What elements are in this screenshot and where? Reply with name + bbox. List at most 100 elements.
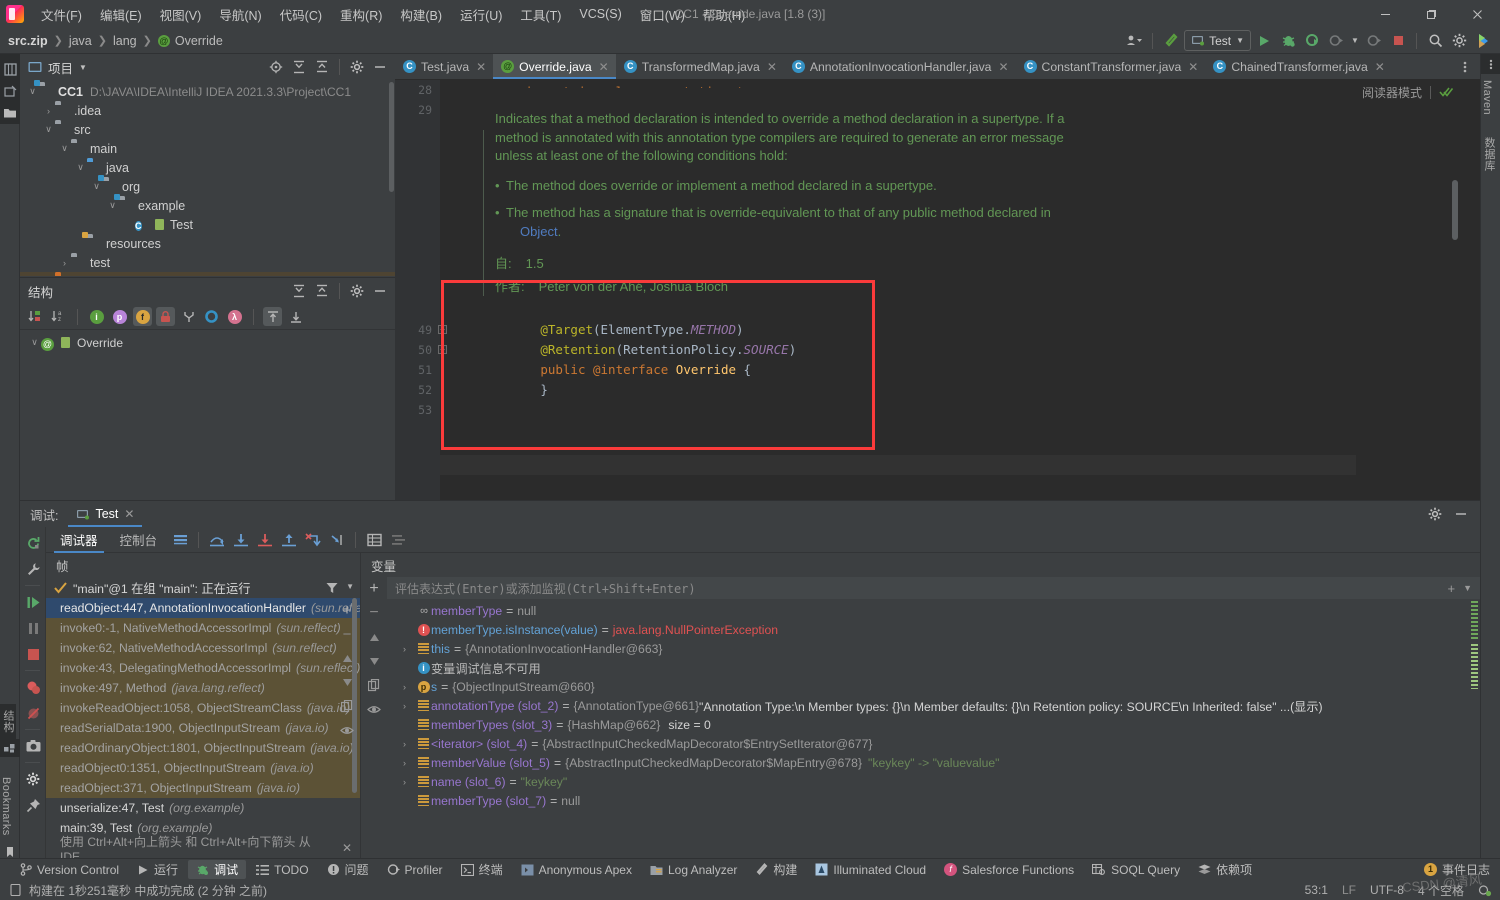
collapse-all-icon[interactable] [311,56,333,78]
expand-all-icon[interactable] [288,280,310,302]
tree-twisty[interactable]: › [42,106,55,116]
sidebar-item-structure[interactable]: 结构 [0,704,16,739]
toolwindow-salesforce-functions[interactable]: f Salesforce Functions [936,862,1082,878]
step-into-icon[interactable] [230,529,252,551]
add-watch-icon[interactable]: + [361,577,387,601]
close-icon[interactable]: ✕ [124,507,134,521]
tree-node-idea[interactable]: › .idea [20,101,395,120]
close-icon[interactable]: ✕ [476,60,486,74]
gear-icon[interactable] [346,280,368,302]
show-inherited-icon[interactable]: i [87,307,106,326]
scroll-to-source-icon[interactable] [263,307,282,326]
layout-settings-icon[interactable] [169,529,191,551]
commit-tool-icon[interactable] [0,80,20,102]
debug-button[interactable] [1277,30,1299,52]
toolwindow-run[interactable]: 运行 [129,860,186,879]
stop-program-icon[interactable] [20,641,46,667]
mute-breakpoints-icon[interactable] [20,700,46,726]
tree-twisty[interactable]: ∨ [58,143,71,154]
run-attach-icon[interactable] [1363,30,1385,52]
reader-mode-label[interactable]: 阅读器模式 [1362,84,1422,101]
gear-icon[interactable] [346,56,368,78]
editor-tab-options-icon[interactable] [1454,56,1476,78]
menu-help[interactable]: 帮助(H) [694,2,754,27]
frame-row[interactable]: readObject0:1351, ObjectInputStream (java… [46,758,360,778]
expand-twisty[interactable]: › [403,777,416,787]
copy-icon[interactable] [334,694,360,718]
sidebar-item-database[interactable]: 数据库 [1481,131,1497,177]
chevron-down-icon[interactable]: ▼ [79,63,87,72]
tree-twisty[interactable]: ∨ [42,124,55,135]
variable-row[interactable]: ∞ memberType = null [387,601,1480,620]
editor-tab-transformedmap[interactable]: C TransformedMap.java ✕ [616,54,784,79]
structure-node-override[interactable]: ∨ @ Override [20,333,395,352]
editor-gutter[interactable]: 28 29 49 50 51 52 53 [395,80,440,500]
step-over-icon[interactable] [206,529,228,551]
evaluate-expression-icon[interactable] [363,529,385,551]
frame-row[interactable]: readObject:371, ObjectInputStream (java.i… [46,778,360,798]
chevron-down-icon[interactable]: ▼ [346,582,354,594]
profile-icon[interactable] [1325,30,1347,52]
eye-watch-icon[interactable] [361,697,387,721]
code-line[interactable]: − @Target(ElementType.METHOD) [438,300,1450,337]
frame-row[interactable]: invoke:62, NativeMethodAccessorImpl (sun.… [46,638,360,658]
show-non-public-icon[interactable] [156,307,175,326]
tree-twisty[interactable]: ∨ [28,337,41,348]
variable-row[interactable]: memberTypes (slot_3) = {HashMap@662} siz… [387,715,1480,734]
settings-icon[interactable] [20,766,46,792]
tree-node-example[interactable]: ∨ example [20,193,395,215]
frame-row[interactable]: invoke:43, DelegatingMethodAccessorImpl(… [46,658,360,678]
sidebar-item-bookmarks[interactable]: Bookmarks [0,771,12,842]
fold-marker-icon[interactable]: − [438,325,447,334]
sidebar-item-maven[interactable]: Maven [1481,74,1493,121]
copy-icon[interactable] [361,673,387,697]
menu-vcs[interactable]: VCS(S) [570,4,630,24]
remove-watch-icon[interactable]: − [361,601,387,625]
close-icon[interactable]: ✕ [1375,60,1385,74]
variables-list[interactable]: ∞ memberType = null ! memberType.isInsta… [387,601,1480,859]
tree-node-cc1[interactable]: ∨ CC1 D:\JAVA\IDEA\IntelliJ IDEA 2021.3.… [20,80,395,101]
interface-icon[interactable] [202,307,221,326]
run-button[interactable] [1253,30,1275,52]
tree-node-test-class[interactable]: C Test [20,215,395,234]
editor-tab-annotationinvocationhandler[interactable]: C AnnotationInvocationHandler.java ✕ [784,54,1016,79]
toolwindow-version-control[interactable]: Version Control [12,862,127,878]
toolwindow-build[interactable]: 构建 [747,860,805,879]
run-to-cursor-icon[interactable] [326,529,348,551]
chevron-down-icon[interactable]: ▼ [1463,583,1480,593]
move-down-icon[interactable] [334,670,360,694]
expand-twisty[interactable]: › [403,758,416,768]
lambda-icon[interactable]: λ [225,307,244,326]
tree-node-main[interactable]: ∨ main [20,139,395,158]
move-up-icon[interactable] [334,646,360,670]
minimize-button[interactable] [1362,0,1408,28]
fold-marker-icon[interactable]: − [438,345,447,354]
frame-row[interactable]: readOrdinaryObject:1801, ObjectInputStre… [46,738,360,758]
breadcrumb-item-3[interactable]: Override [175,34,223,48]
tab-debugger[interactable]: 调试器 [50,527,108,553]
tree-node-test[interactable]: › test [20,253,395,272]
close-icon[interactable]: ✕ [998,60,1008,74]
profile-dropdown-icon[interactable]: ▼ [1349,30,1361,52]
toolwindow-anonymous-apex[interactable]: Anonymous Apex [513,862,640,878]
remove-watch-icon[interactable]: − [334,622,360,646]
project-tree[interactable]: ∨ CC1 D:\JAVA\IDEA\IntelliJ IDEA 2021.3.… [20,80,395,276]
stop-button[interactable] [1387,30,1409,52]
file-encoding[interactable]: UTF-8 [1370,883,1404,897]
close-icon[interactable]: ✕ [1188,60,1198,74]
tree-node-java[interactable]: ∨ java [20,158,395,177]
tree-twisty[interactable]: › [58,258,71,268]
variable-row[interactable]: › annotationType (slot_2) = {AnnotationT… [387,696,1480,715]
menu-file[interactable]: 文件(F) [32,2,91,27]
pause-program-icon[interactable] [20,615,46,641]
editor-tab-override[interactable]: @ Override.java ✕ [493,54,616,79]
show-fields-icon[interactable]: f [133,307,152,326]
expand-all-icon[interactable] [288,56,310,78]
force-step-into-icon[interactable] [254,529,276,551]
add-watch-icon[interactable]: + [1447,581,1463,596]
menu-run[interactable]: 运行(U) [451,2,511,27]
code-block-annotations[interactable]: − @Target(ElementType.METHOD) − @Retention… [438,300,1450,397]
tree-twisty[interactable]: ∨ [74,162,87,173]
search-icon[interactable] [1424,30,1446,52]
toolwindow-log-analyzer[interactable]: Log Analyzer [642,862,745,878]
